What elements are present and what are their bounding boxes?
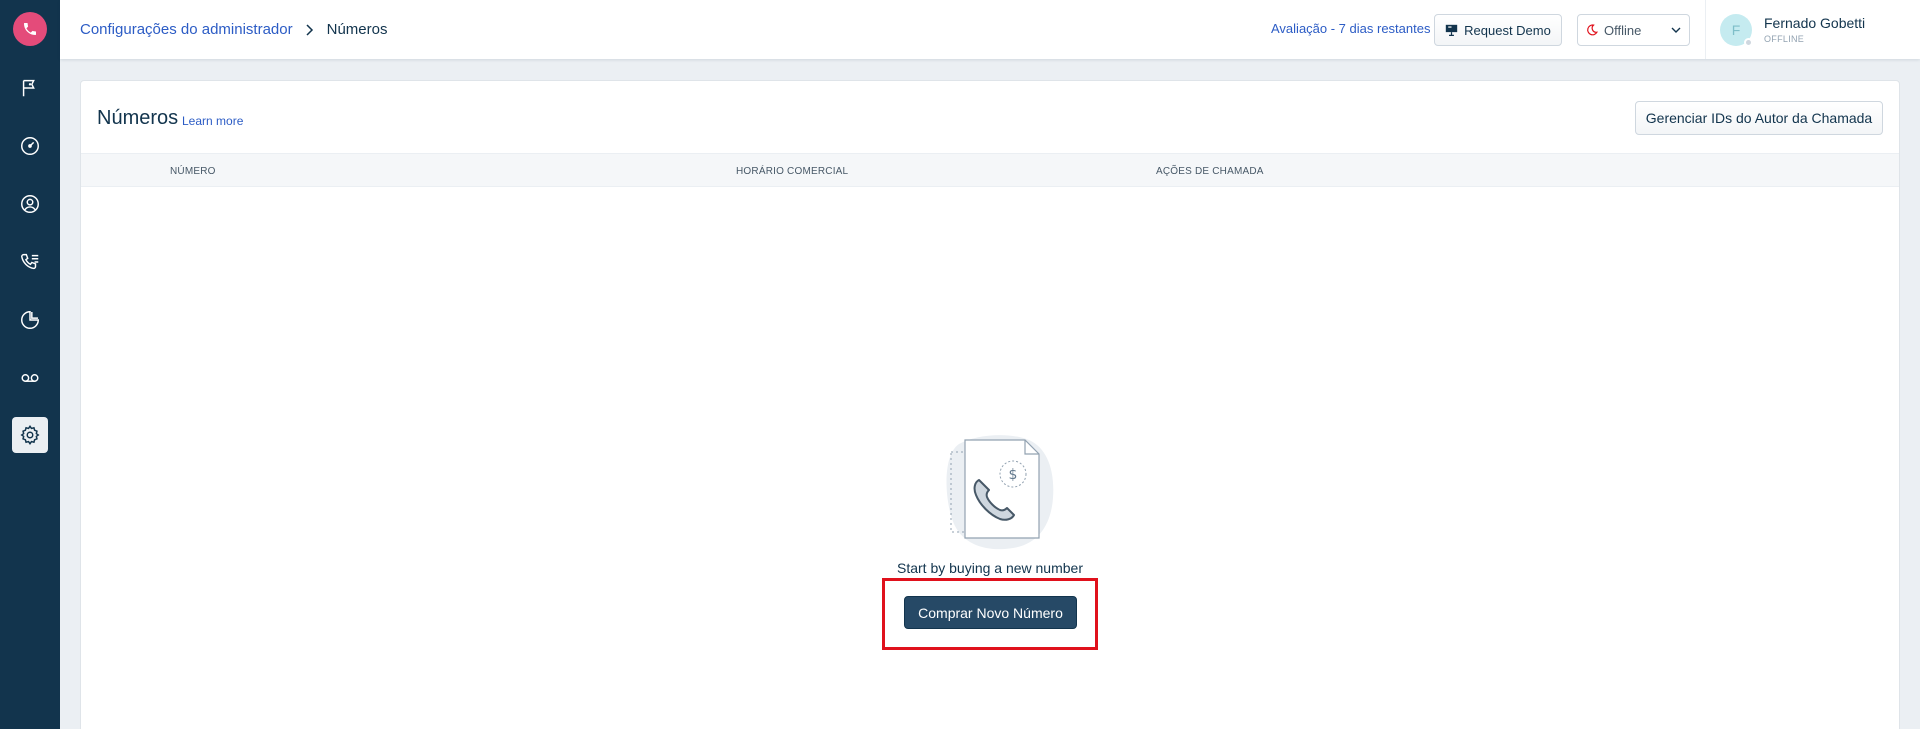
table-header: NÚMERO HORÁRIO COMERCIAL AÇÕES DE CHAMAD… bbox=[81, 153, 1899, 187]
trial-remaining-link[interactable]: Avaliação - 7 dias restantes bbox=[1271, 21, 1430, 36]
column-call-actions: AÇÕES DE CHAMADA bbox=[1156, 166, 1264, 177]
phone-number-illustration-icon: $ bbox=[946, 435, 1054, 550]
dashboard-icon[interactable] bbox=[12, 128, 48, 164]
moon-icon bbox=[1587, 24, 1598, 36]
highlight-annotation-box bbox=[882, 578, 1098, 650]
sidebar bbox=[0, 0, 60, 729]
presence-dot bbox=[1744, 38, 1753, 47]
contacts-icon[interactable] bbox=[12, 186, 48, 222]
column-number: NÚMERO bbox=[170, 166, 216, 177]
chevron-right-icon bbox=[305, 23, 315, 36]
reports-icon[interactable] bbox=[12, 302, 48, 338]
learn-more-link[interactable]: Learn more bbox=[182, 114, 243, 128]
chevron-down-icon bbox=[1671, 27, 1681, 33]
page-title: Números bbox=[97, 107, 179, 129]
top-bar: Configurações do administrador Números A… bbox=[60, 0, 1920, 59]
user-name: Fernado Gobetti bbox=[1764, 15, 1866, 31]
divider bbox=[1705, 0, 1706, 59]
manage-caller-ids-button[interactable]: Gerenciar IDs do Autor da Chamada bbox=[1635, 101, 1883, 135]
flag-icon[interactable] bbox=[12, 70, 48, 106]
column-business-hours: HORÁRIO COMERCIAL bbox=[736, 166, 849, 177]
agent-status-dropdown[interactable]: Offline bbox=[1577, 14, 1690, 46]
user-status: OFFLINE bbox=[1764, 34, 1805, 44]
settings-icon[interactable] bbox=[12, 417, 48, 453]
svg-text:$: $ bbox=[1009, 467, 1018, 483]
presentation-icon bbox=[1445, 24, 1458, 36]
request-demo-button[interactable]: Request Demo bbox=[1434, 14, 1562, 46]
call-log-icon[interactable] bbox=[12, 244, 48, 280]
empty-state-message: Start by buying a new number bbox=[897, 560, 1083, 576]
user-menu[interactable]: F Fernado Gobetti OFFLINE bbox=[1720, 10, 1920, 50]
breadcrumb: Configurações do administrador Números bbox=[80, 21, 387, 38]
breadcrumb-admin-settings-link[interactable]: Configurações do administrador bbox=[80, 21, 293, 38]
voicemail-icon[interactable] bbox=[12, 360, 48, 396]
request-demo-label: Request Demo bbox=[1464, 22, 1551, 38]
breadcrumb-current: Números bbox=[326, 21, 388, 38]
agent-status-value: Offline bbox=[1604, 22, 1642, 38]
numbers-panel: Números Learn more Gerenciar IDs do Auto… bbox=[80, 80, 1900, 729]
phone-icon[interactable] bbox=[13, 12, 47, 46]
